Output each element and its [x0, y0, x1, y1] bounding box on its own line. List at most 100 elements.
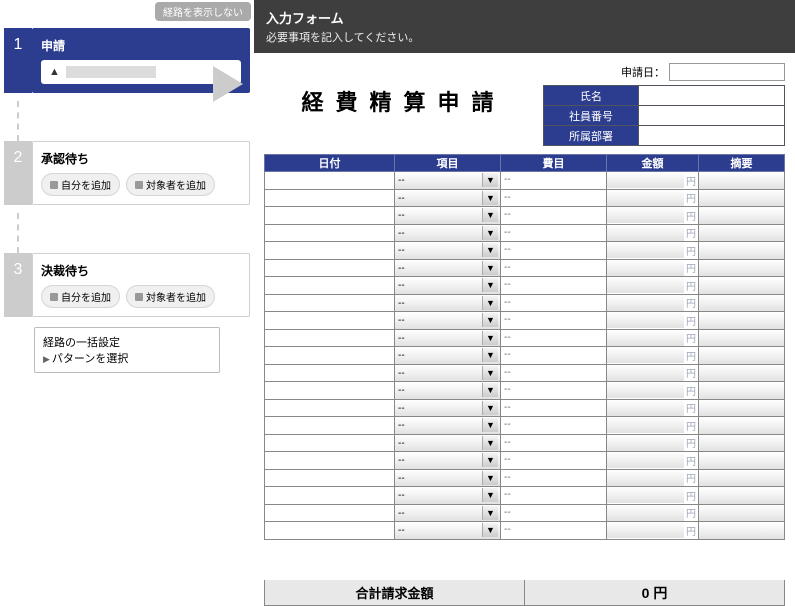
item-select[interactable]: --	[395, 470, 500, 486]
item-select[interactable]: --	[395, 348, 500, 364]
desc-input[interactable]	[699, 383, 784, 399]
item-select[interactable]: --	[395, 173, 500, 189]
amount-input[interactable]	[607, 330, 684, 346]
cell-date[interactable]	[265, 224, 395, 242]
item-select[interactable]: --	[395, 225, 500, 241]
item-select[interactable]: --	[395, 365, 500, 381]
route-batch-box[interactable]: 経路の一括設定 ▶パターンを選択	[34, 327, 220, 373]
item-select[interactable]: --	[395, 295, 500, 311]
add-target-button[interactable]: 対象者を追加	[126, 285, 215, 308]
item-select[interactable]: --	[395, 488, 500, 504]
desc-input[interactable]	[699, 208, 784, 224]
item-select[interactable]: --	[395, 313, 500, 329]
amount-input[interactable]	[607, 470, 684, 486]
desc-input[interactable]	[699, 488, 784, 504]
amount-input[interactable]	[607, 347, 684, 363]
expense-display: --	[501, 522, 606, 538]
meta-value-name[interactable]	[639, 86, 785, 106]
desc-input[interactable]	[699, 453, 784, 469]
date-label: 申請日：	[621, 64, 665, 80]
desc-input[interactable]	[699, 435, 784, 451]
amount-input[interactable]	[607, 435, 684, 451]
item-select[interactable]: --	[395, 260, 500, 276]
meta-value-dept[interactable]	[639, 126, 785, 146]
yen-unit: 円	[684, 190, 698, 205]
desc-input[interactable]	[699, 348, 784, 364]
item-select[interactable]: --	[395, 453, 500, 469]
item-select[interactable]: --	[395, 383, 500, 399]
item-select[interactable]: --	[395, 278, 500, 294]
cell-date[interactable]	[265, 259, 395, 277]
cell-date[interactable]	[265, 469, 395, 487]
desc-input[interactable]	[699, 190, 784, 206]
desc-input[interactable]	[699, 295, 784, 311]
cell-date[interactable]	[265, 487, 395, 505]
amount-input[interactable]	[607, 190, 684, 206]
cell-date[interactable]	[265, 329, 395, 347]
add-target-button[interactable]: 対象者を追加	[126, 173, 215, 196]
cell-date[interactable]	[265, 452, 395, 470]
item-select[interactable]: --	[395, 243, 500, 259]
cell-date[interactable]	[265, 504, 395, 522]
cell-date[interactable]	[265, 172, 395, 190]
cell-expense: --	[501, 382, 607, 400]
item-select[interactable]: --	[395, 190, 500, 206]
desc-input[interactable]	[699, 313, 784, 329]
cell-date[interactable]	[265, 242, 395, 260]
item-select[interactable]: --	[395, 435, 500, 451]
add-self-button[interactable]: 自分を追加	[41, 285, 120, 308]
amount-input[interactable]	[607, 295, 684, 311]
amount-input[interactable]	[607, 172, 684, 188]
meta-value-empno[interactable]	[639, 106, 785, 126]
desc-input[interactable]	[699, 505, 784, 521]
amount-input[interactable]	[607, 487, 684, 503]
cell-date[interactable]	[265, 364, 395, 382]
desc-input[interactable]	[699, 173, 784, 189]
cell-expense: --	[501, 469, 607, 487]
user-chip[interactable]: ▲	[41, 60, 241, 84]
item-select[interactable]: --	[395, 523, 500, 539]
cell-date[interactable]	[265, 207, 395, 225]
cell-date[interactable]	[265, 522, 395, 540]
desc-input[interactable]	[699, 523, 784, 539]
amount-input[interactable]	[607, 417, 684, 433]
amount-input[interactable]	[607, 225, 684, 241]
desc-input[interactable]	[699, 278, 784, 294]
cell-date[interactable]	[265, 294, 395, 312]
amount-input[interactable]	[607, 505, 684, 521]
amount-input[interactable]	[607, 452, 684, 468]
amount-input[interactable]	[607, 207, 684, 223]
cell-date[interactable]	[265, 434, 395, 452]
cell-date[interactable]	[265, 399, 395, 417]
desc-input[interactable]	[699, 470, 784, 486]
item-select[interactable]: --	[395, 400, 500, 416]
hide-route-button[interactable]: 経路を表示しない	[155, 2, 251, 21]
desc-input[interactable]	[699, 225, 784, 241]
item-select[interactable]: --	[395, 418, 500, 434]
desc-input[interactable]	[699, 243, 784, 259]
desc-input[interactable]	[699, 400, 784, 416]
item-select[interactable]: --	[395, 330, 500, 346]
amount-input[interactable]	[607, 382, 684, 398]
amount-input[interactable]	[607, 400, 684, 416]
desc-input[interactable]	[699, 260, 784, 276]
item-select[interactable]: --	[395, 208, 500, 224]
cell-date[interactable]	[265, 417, 395, 435]
application-date-input[interactable]	[669, 63, 785, 81]
item-select[interactable]: --	[395, 505, 500, 521]
cell-date[interactable]	[265, 312, 395, 330]
desc-input[interactable]	[699, 365, 784, 381]
cell-date[interactable]	[265, 189, 395, 207]
amount-input[interactable]	[607, 277, 684, 293]
amount-input[interactable]	[607, 365, 684, 381]
amount-input[interactable]	[607, 522, 684, 538]
cell-date[interactable]	[265, 382, 395, 400]
amount-input[interactable]	[607, 312, 684, 328]
amount-input[interactable]	[607, 242, 684, 258]
amount-input[interactable]	[607, 260, 684, 276]
cell-date[interactable]	[265, 347, 395, 365]
add-self-button[interactable]: 自分を追加	[41, 173, 120, 196]
desc-input[interactable]	[699, 418, 784, 434]
cell-date[interactable]	[265, 277, 395, 295]
desc-input[interactable]	[699, 330, 784, 346]
